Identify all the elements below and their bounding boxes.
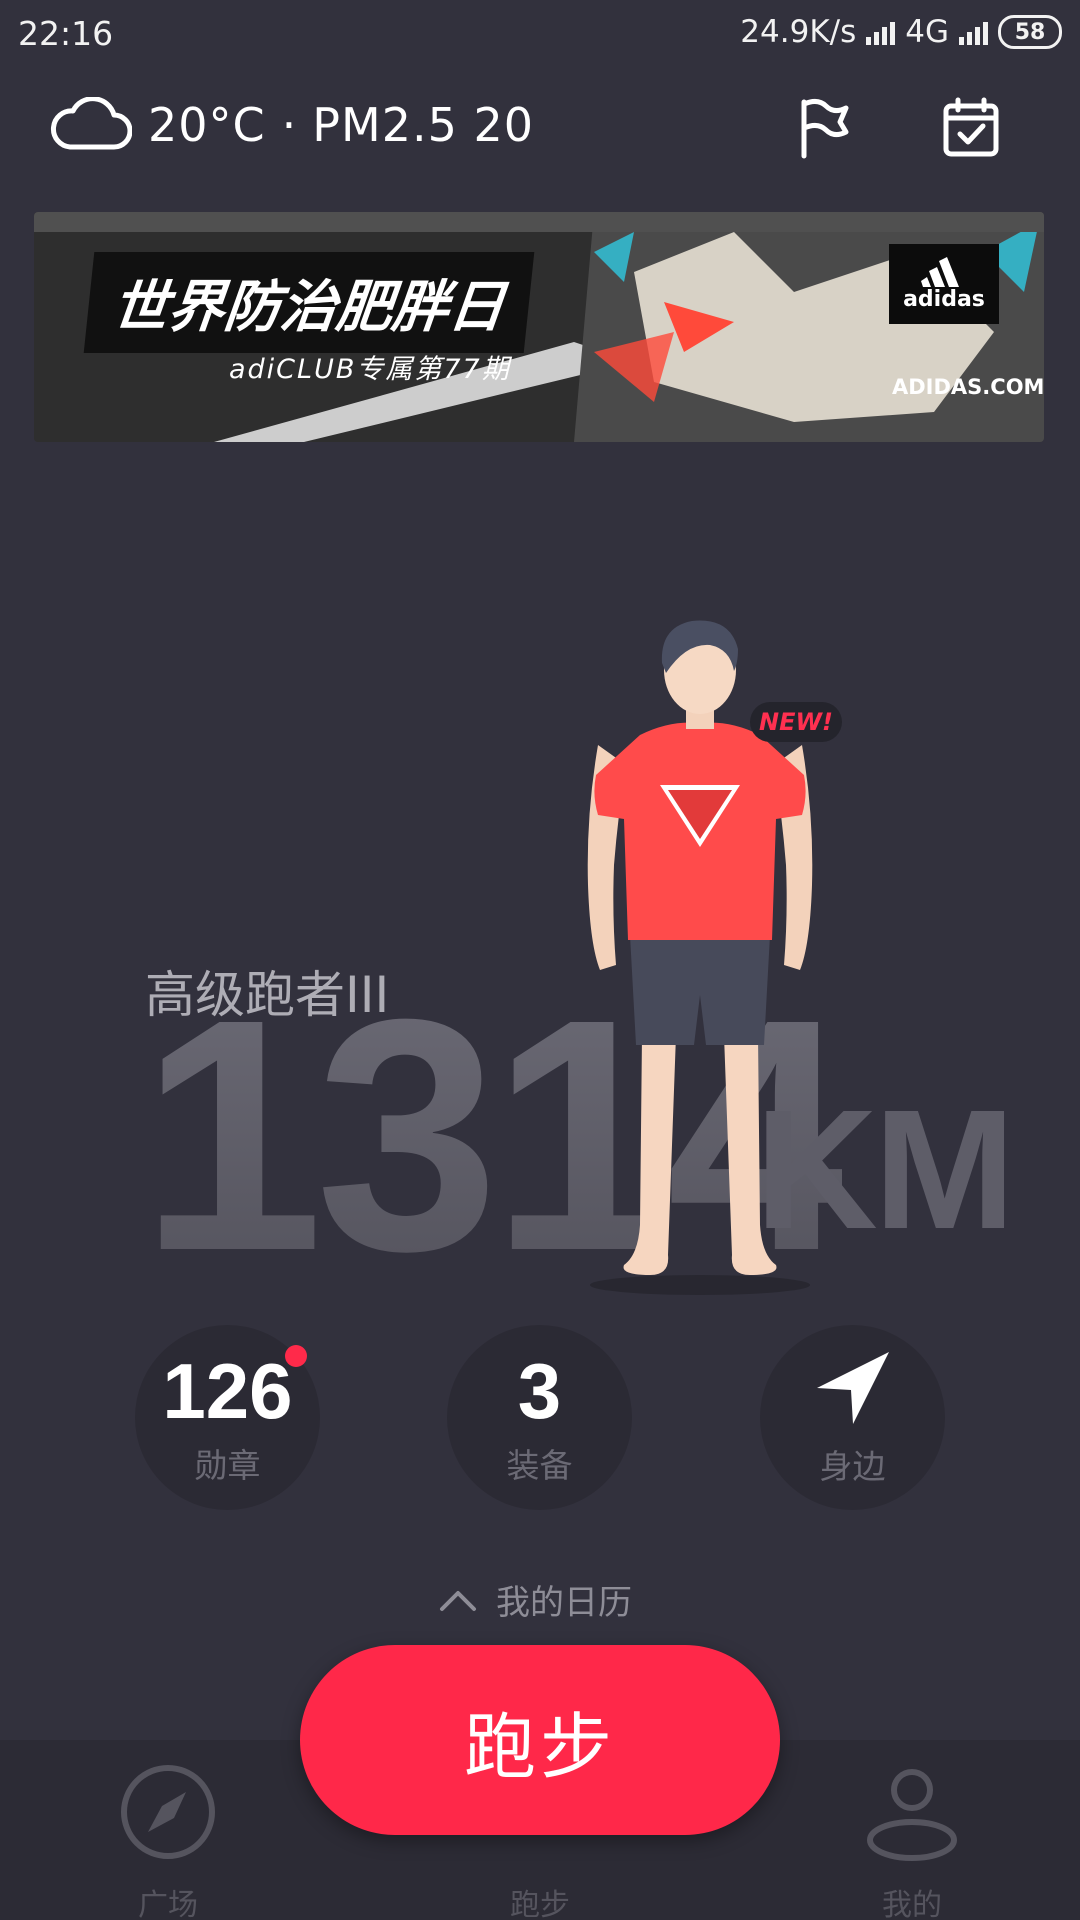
promo-banner[interactable]: 世界防治肥胖日 adiCLUB专属第77期 adidas ADIDAS.COM bbox=[34, 212, 1044, 442]
my-calendar-label: 我的日历 bbox=[496, 1583, 632, 1623]
cloud-icon bbox=[50, 97, 132, 150]
banner-brand-name: adidas bbox=[903, 286, 985, 312]
nav-plaza-label: 广场 bbox=[138, 1888, 198, 1920]
chevron-up-icon bbox=[440, 1590, 476, 1611]
new-badge: NEW! bbox=[750, 702, 842, 742]
network-type: 4G bbox=[905, 14, 949, 50]
status-time: 22:16 bbox=[18, 14, 114, 53]
user-icon bbox=[867, 1769, 957, 1861]
banner-title: 世界防治肥胖日 bbox=[109, 275, 508, 340]
separator-dot: · bbox=[281, 98, 297, 152]
signal-icon-2 bbox=[959, 19, 988, 45]
app-screen: 22:16 24.9K/s 4G 58 20°C · PM2.5 20 世界防治… bbox=[0, 0, 1080, 1920]
weather-summary[interactable]: 20°C · PM2.5 20 bbox=[50, 95, 534, 155]
navigation-arrow-icon bbox=[816, 1351, 889, 1424]
medals-label: 勋章 bbox=[194, 1445, 261, 1485]
signal-icon bbox=[866, 19, 896, 45]
flag-button[interactable] bbox=[790, 92, 860, 162]
medals-button[interactable]: 126 勋章 bbox=[135, 1325, 320, 1510]
battery-icon: 58 bbox=[998, 15, 1062, 49]
compass-icon bbox=[121, 1765, 215, 1859]
nav-plaza[interactable]: 广场 bbox=[68, 1740, 268, 1920]
nearby-label: 身边 bbox=[819, 1446, 886, 1486]
status-bar: 22:16 24.9K/s 4G 58 bbox=[0, 0, 1080, 70]
net-speed: 24.9K/s bbox=[740, 14, 857, 50]
status-indicators: 24.9K/s 4G 58 bbox=[740, 14, 1062, 50]
banner-subtitle: adiCLUB专属第77期 bbox=[229, 354, 511, 385]
adidas-stripes-icon bbox=[921, 256, 959, 287]
equipment-count: 3 bbox=[517, 1346, 562, 1435]
my-calendar-toggle[interactable]: 我的日历 bbox=[438, 1575, 632, 1624]
temperature: 20°C bbox=[148, 98, 266, 152]
nav-me[interactable]: 我的 bbox=[812, 1740, 1012, 1920]
flag-icon bbox=[801, 98, 849, 159]
equipment-button[interactable]: 3 装备 bbox=[447, 1325, 632, 1510]
equipment-label: 装备 bbox=[506, 1445, 573, 1485]
banner-title-box: 世界防治肥胖日 bbox=[83, 252, 535, 353]
nearby-button[interactable]: 身边 bbox=[760, 1325, 945, 1510]
notification-dot bbox=[285, 1345, 307, 1367]
banner-url: ADIDAS.COM bbox=[892, 375, 1044, 399]
air-quality: PM2.5 20 bbox=[312, 98, 535, 152]
battery-level: 58 bbox=[1014, 19, 1046, 45]
calendar-check-icon bbox=[943, 97, 999, 157]
adidas-logo: adidas bbox=[889, 244, 999, 324]
start-run-label: 跑步 bbox=[463, 1704, 616, 1789]
start-run-button[interactable]: 跑步 bbox=[300, 1645, 780, 1835]
calendar-button[interactable] bbox=[936, 92, 1006, 162]
medals-count: 126 bbox=[162, 1346, 293, 1435]
nav-me-label: 我的 bbox=[882, 1888, 942, 1920]
nav-run-label: 跑步 bbox=[510, 1888, 570, 1920]
